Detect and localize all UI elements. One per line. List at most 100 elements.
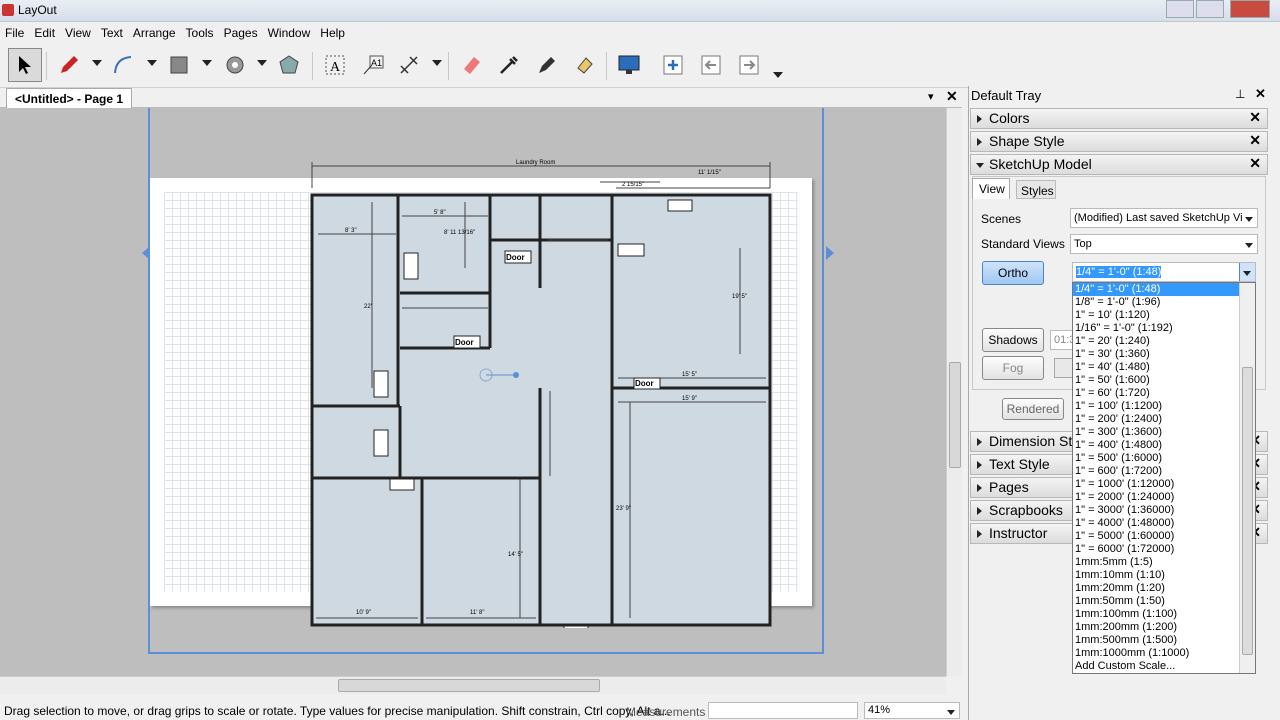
- shadows-toggle[interactable]: Shadows: [982, 328, 1044, 352]
- standard-views-select[interactable]: Top: [1070, 234, 1258, 254]
- label-tool-icon[interactable]: A1: [356, 48, 390, 82]
- text-tool-icon[interactable]: A: [318, 48, 352, 82]
- scale-option[interactable]: 1/4" = 1'-0" (1:48): [1073, 283, 1241, 296]
- scale-option[interactable]: 1" = 300' (1:3600): [1073, 426, 1241, 439]
- scale-option[interactable]: 1" = 5000' (1:60000): [1073, 530, 1241, 543]
- presentation-icon[interactable]: [612, 48, 646, 82]
- selection-bounds[interactable]: [148, 108, 824, 654]
- close-document-icon[interactable]: ✕: [946, 88, 958, 105]
- scale-option[interactable]: 1" = 1000' (1:12000): [1073, 478, 1241, 491]
- scale-select[interactable]: 1/4" = 1'-0" (1:48): [1072, 262, 1256, 282]
- fog-toggle[interactable]: Fog: [982, 356, 1044, 380]
- scale-option[interactable]: 1mm:500mm (1:500): [1073, 634, 1241, 647]
- zoom-select[interactable]: 41%: [864, 702, 960, 719]
- menu-tools[interactable]: Tools: [181, 22, 219, 40]
- menu-edit[interactable]: Edit: [29, 22, 60, 40]
- panel-shape-style[interactable]: Shape Style ✕: [970, 131, 1268, 152]
- scale-option[interactable]: 1" = 20' (1:240): [1073, 335, 1241, 348]
- add-page-icon[interactable]: [656, 48, 690, 82]
- scale-option[interactable]: 1" = 40' (1:480): [1073, 361, 1241, 374]
- close-window-button[interactable]: [1230, 0, 1270, 18]
- scale-option[interactable]: 1" = 4000' (1:48000): [1073, 517, 1241, 530]
- scroll-thumb[interactable]: [949, 362, 961, 468]
- scale-option[interactable]: 1mm:1000mm (1:1000): [1073, 647, 1241, 660]
- scale-option[interactable]: 1mm:100mm (1:100): [1073, 608, 1241, 621]
- menu-window[interactable]: Window: [263, 22, 316, 40]
- circle-tool-icon[interactable]: [218, 48, 252, 82]
- scale-option[interactable]: 1/16" = 1'-0" (1:192): [1073, 322, 1241, 335]
- chevron-down-icon[interactable]: [432, 60, 442, 66]
- vertical-scrollbar[interactable]: [946, 108, 962, 676]
- scale-option[interactable]: 1" = 60' (1:720): [1073, 387, 1241, 400]
- ortho-toggle[interactable]: Ortho: [982, 261, 1044, 285]
- left-grip-icon[interactable]: [142, 246, 150, 260]
- standard-views-label: Standard Views: [981, 237, 1065, 251]
- tab-menu-icon[interactable]: ▾: [928, 90, 934, 103]
- close-tray-icon[interactable]: ✕: [1255, 86, 1266, 102]
- menu-help[interactable]: Help: [315, 22, 350, 40]
- chevron-down-icon[interactable]: [92, 60, 102, 66]
- split-tool-icon[interactable]: [568, 48, 602, 82]
- fog-color-swatch[interactable]: [1054, 358, 1074, 378]
- menu-text[interactable]: Text: [96, 22, 128, 40]
- scale-option[interactable]: 1/8" = 1'-0" (1:96): [1073, 296, 1241, 309]
- select-tool-icon[interactable]: [8, 48, 42, 82]
- eraser-tool-icon[interactable]: [454, 48, 488, 82]
- maximize-button[interactable]: [1196, 0, 1224, 18]
- scenes-label: Scenes: [981, 212, 1022, 226]
- scale-dropdown-list[interactable]: 1/4" = 1'-0" (1:48) 1/8" = 1'-0" (1:96) …: [1072, 282, 1256, 674]
- scale-option[interactable]: 1" = 10' (1:120): [1073, 309, 1241, 322]
- chevron-down-icon[interactable]: [202, 60, 212, 66]
- scale-option[interactable]: 1" = 400' (1:4800): [1073, 439, 1241, 452]
- scale-option[interactable]: 1" = 2000' (1:24000): [1073, 491, 1241, 504]
- scale-option[interactable]: 1" = 500' (1:6000): [1073, 452, 1241, 465]
- previous-page-icon[interactable]: [694, 48, 728, 82]
- style-tool-icon[interactable]: [530, 48, 564, 82]
- document-tab[interactable]: <Untitled> - Page 1: [6, 88, 133, 108]
- eyedropper-tool-icon[interactable]: [492, 48, 526, 82]
- scale-option[interactable]: 1" = 100' (1:1200): [1073, 400, 1241, 413]
- scale-option[interactable]: 1" = 3000' (1:36000): [1073, 504, 1241, 517]
- add-custom-scale-option[interactable]: Add Custom Scale...: [1073, 660, 1241, 673]
- scale-option[interactable]: 1mm:50mm (1:50): [1073, 595, 1241, 608]
- dimension-tool-icon[interactable]: [392, 48, 426, 82]
- next-page-icon[interactable]: [732, 48, 766, 82]
- panel-sketchup-model[interactable]: SketchUp Model ✕: [970, 154, 1268, 175]
- tab-view[interactable]: View: [972, 178, 1010, 199]
- minimize-button[interactable]: [1166, 0, 1194, 18]
- dropdown-scrollbar[interactable]: [1239, 283, 1255, 673]
- drawing-canvas[interactable]: Door Door Door Laundry Room 11' 1/15" 2 …: [0, 108, 946, 676]
- shadow-time-input[interactable]: 01:3: [1050, 330, 1074, 350]
- menu-pages[interactable]: Pages: [219, 22, 263, 40]
- menu-file[interactable]: File: [0, 22, 29, 40]
- scroll-thumb[interactable]: [338, 679, 600, 692]
- panel-colors[interactable]: Colors ✕: [970, 108, 1268, 129]
- rectangle-tool-icon[interactable]: [162, 48, 196, 82]
- scale-option[interactable]: 1mm:10mm (1:10): [1073, 569, 1241, 582]
- pencil-tool-icon[interactable]: [52, 48, 86, 82]
- scale-option[interactable]: 1" = 6000' (1:72000): [1073, 543, 1241, 556]
- close-icon: ✕: [1249, 155, 1261, 171]
- scale-option[interactable]: 1mm:5mm (1:5): [1073, 556, 1241, 569]
- menu-view[interactable]: View: [60, 22, 96, 40]
- menu-arrange[interactable]: Arrange: [128, 22, 181, 40]
- toolbar-overflow-icon[interactable]: [773, 72, 783, 78]
- scenes-select[interactable]: (Modified) Last saved SketchUp Vi: [1070, 208, 1258, 228]
- pin-icon[interactable]: ⊥: [1235, 87, 1245, 101]
- right-grip-icon[interactable]: [826, 246, 834, 260]
- scroll-thumb[interactable]: [1242, 367, 1253, 655]
- polygon-tool-icon[interactable]: [272, 48, 306, 82]
- chevron-down-icon[interactable]: [147, 60, 157, 66]
- chevron-down-icon[interactable]: [257, 60, 267, 66]
- rendered-select[interactable]: Rendered: [1002, 398, 1064, 420]
- scale-option[interactable]: 1" = 50' (1:600): [1073, 374, 1241, 387]
- arc-tool-icon[interactable]: [106, 48, 140, 82]
- scale-option[interactable]: 1" = 200' (1:2400): [1073, 413, 1241, 426]
- tab-styles[interactable]: Styles: [1016, 180, 1056, 199]
- horizontal-scrollbar[interactable]: [0, 676, 946, 694]
- scale-option[interactable]: 1" = 600' (1:7200): [1073, 465, 1241, 478]
- scale-option[interactable]: 1" = 30' (1:360): [1073, 348, 1241, 361]
- measurements-input[interactable]: [708, 702, 858, 719]
- scale-option[interactable]: 1mm:20mm (1:20): [1073, 582, 1241, 595]
- scale-option[interactable]: 1mm:200mm (1:200): [1073, 621, 1241, 634]
